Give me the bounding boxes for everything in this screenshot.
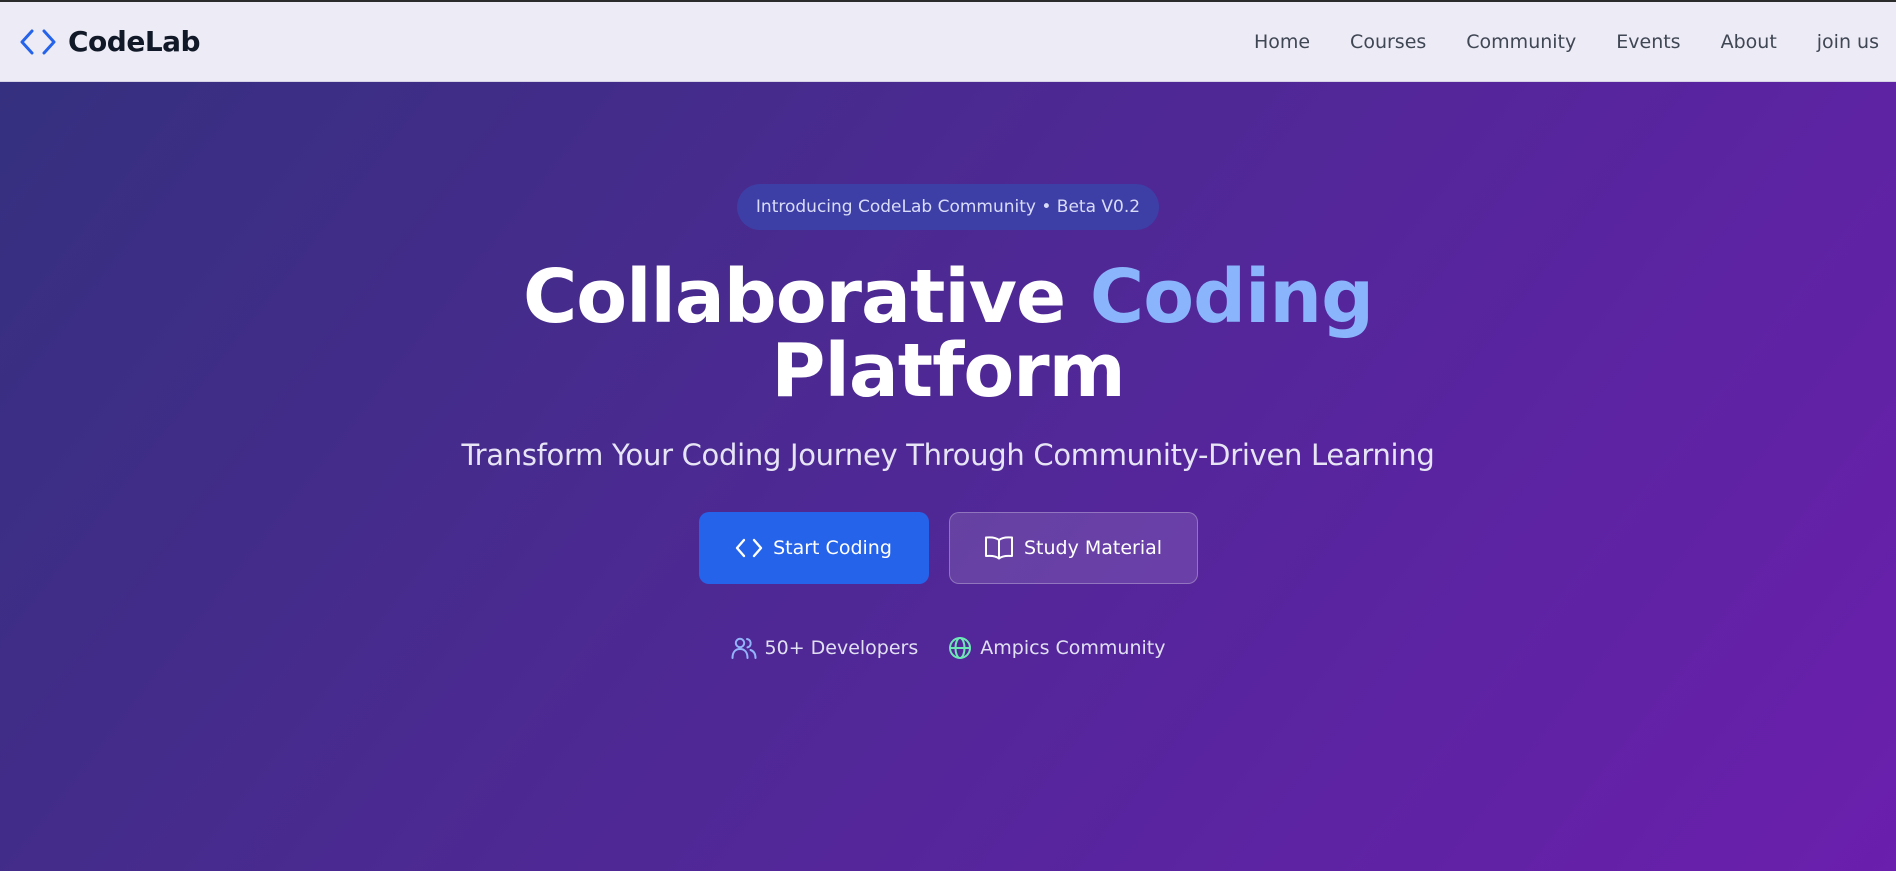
community-stat-label: Ampics Community <box>980 637 1166 659</box>
developers-stat-label: 50+ Developers <box>764 637 919 659</box>
stats-row: 50+ Developers Ampics Community <box>731 636 1165 660</box>
nav-item-home[interactable]: Home <box>1254 31 1310 53</box>
navbar: CodeLab Home Courses Community Events Ab… <box>0 2 1896 82</box>
users-icon <box>731 636 757 660</box>
code-brackets-icon <box>20 28 56 56</box>
developers-stat: 50+ Developers <box>731 636 919 660</box>
globe-icon <box>948 636 972 660</box>
nav-links: Home Courses Community Events About join… <box>1254 31 1879 53</box>
hero-section: Introducing CodeLab Community • Beta V0.… <box>0 82 1896 871</box>
start-coding-label: Start Coding <box>773 537 892 559</box>
hero-headline: Collaborative Coding Platform <box>523 260 1374 408</box>
nav-item-community[interactable]: Community <box>1466 31 1576 53</box>
nav-item-join-us[interactable]: join us <box>1817 31 1879 53</box>
brand-name: CodeLab <box>68 25 201 58</box>
community-stat: Ampics Community <box>948 636 1165 660</box>
headline-line2: Platform <box>771 328 1126 414</box>
study-material-label: Study Material <box>1023 537 1163 559</box>
cta-row: Start Coding Study Material <box>698 512 1198 584</box>
study-material-button[interactable]: Study Material <box>948 512 1198 584</box>
nav-item-events[interactable]: Events <box>1616 31 1680 53</box>
announcement-badge: Introducing CodeLab Community • Beta V0.… <box>736 184 1160 230</box>
nav-item-courses[interactable]: Courses <box>1350 31 1426 53</box>
headline-accent: Coding <box>1089 254 1374 340</box>
nav-item-about[interactable]: About <box>1721 31 1777 53</box>
brand-logo[interactable]: CodeLab <box>20 25 201 58</box>
open-book-icon <box>984 535 1014 561</box>
hero-subtitle: Transform Your Coding Journey Through Co… <box>461 438 1435 472</box>
start-coding-button[interactable]: Start Coding <box>698 512 929 584</box>
page: CodeLab Home Courses Community Events Ab… <box>0 0 1896 871</box>
code-brackets-icon <box>735 537 763 559</box>
